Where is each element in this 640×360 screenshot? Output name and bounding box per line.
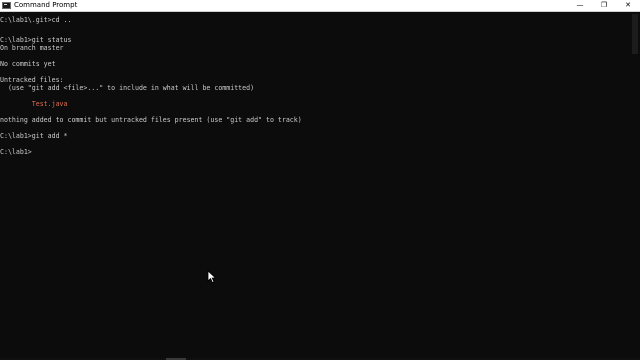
minimize-button[interactable]: — (568, 0, 592, 11)
console-line: C:\lab1>git status (0, 36, 72, 44)
scrollbar-thumb[interactable] (632, 14, 638, 54)
console-line: Untracked files: (0, 76, 64, 84)
command-prompt-icon[interactable] (2, 2, 11, 9)
console-line: On branch master (0, 44, 64, 52)
close-button[interactable]: ✕ (616, 0, 640, 11)
command-prompt-line[interactable]: C:\lab1> (0, 148, 32, 156)
mouse-pointer-icon (207, 270, 217, 284)
maximize-button[interactable]: ❐ (592, 0, 616, 11)
console-line: (use "git add <file>..." to include in w… (0, 84, 255, 92)
title-bar[interactable]: Command Prompt — ❐ ✕ (0, 0, 640, 12)
console-line: C:\lab1>git add * (0, 132, 68, 140)
window-title: Command Prompt (14, 1, 78, 9)
vertical-scrollbar[interactable] (630, 12, 640, 358)
console-line: No commits yet (0, 60, 56, 68)
window-controls: — ❐ ✕ (568, 0, 640, 11)
command-prompt-window: Command Prompt — ❐ ✕ C:\lab1\.git>cd .. … (0, 0, 640, 360)
untracked-file: Test.java (0, 100, 68, 108)
console-line: nothing added to commit but untracked fi… (0, 116, 302, 124)
console-line: C:\lab1\.git>cd .. (0, 16, 72, 24)
console-output[interactable]: C:\lab1\.git>cd .. C:\lab1>git status On… (0, 12, 628, 358)
